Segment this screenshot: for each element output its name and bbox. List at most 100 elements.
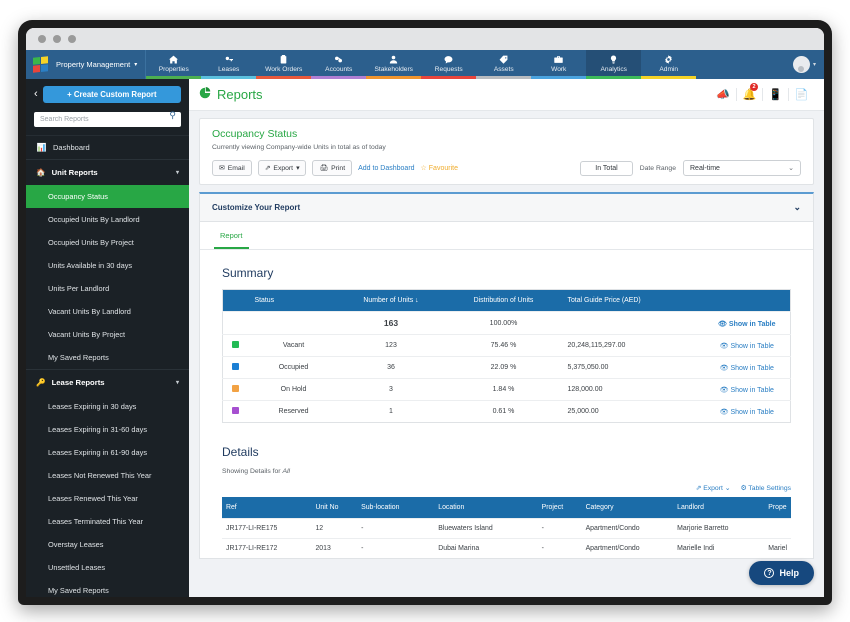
window-dot-maximize[interactable] [68,35,76,43]
nav-item-work[interactable]: Work [531,50,587,79]
customize-report-title: Customize Your Report [212,203,301,212]
show-in-table-link[interactable]: 👁 Show in Table [720,409,774,416]
details-col-project[interactable]: Project [537,497,582,519]
details-cell-project: - [537,538,582,558]
details-col-category[interactable]: Category [581,497,674,519]
status-swatch-cell [222,311,249,335]
nav-item-assets[interactable]: Assets [476,50,532,79]
summary-col-status[interactable]: Status [248,289,339,312]
navbar-items: Properties Leases Work Orders Accounts Stake… [146,50,697,79]
date-range-value: Real-time [690,164,720,172]
sidebar-item-occupied-units-by-landlord[interactable]: Occupied Units By Landlord [26,208,189,231]
summary-distribution: 100.00% [443,311,564,335]
table-row[interactable]: JR177-LI-RE172 2013- Dubai Marina - Apartmen… [222,538,791,558]
brand-selector[interactable]: Property Management ▾ [54,50,147,79]
window-dot-close[interactable] [38,35,46,43]
details-toolbar: ⇗ Export ⌄ ⚙ Table Settings [222,484,791,492]
nav-item-label: Accounts [325,66,353,74]
details-col-location[interactable]: Location [434,497,538,519]
nav-item-analytics[interactable]: Analytics [586,50,642,79]
sidebar-item-leases-expiring-in-61-90-days[interactable]: Leases Expiring in 61-90 days [26,441,189,464]
sidebar-item-my-saved-reports[interactable]: My Saved Reports [26,579,189,597]
nav-item-leases[interactable]: Leases [201,50,257,79]
details-cell-landlord: Marielle Indi [673,538,765,558]
details-heading: Details [222,445,259,459]
show-in-table-label: Show in Table [730,364,774,372]
sidebar-item-dashboard[interactable]: 📊 Dashboard [26,135,189,159]
sidebar-group-unit-reports[interactable]: 🏠 Unit Reports ▾ [26,159,189,185]
sidebar-item-units-available-in-30-days[interactable]: Units Available in 30 days [26,254,189,277]
show-in-table-link[interactable]: 👁 Show in Table [720,343,774,350]
document-icon[interactable]: 📄 [788,88,814,101]
sidebar-item-unsettled-leases[interactable]: Unsettled Leases [26,556,189,579]
sidebar-item-leases-renewed-this-year[interactable]: Leases Renewed This Year [26,487,189,510]
show-in-table-link[interactable]: 👁 Show in Table [718,321,775,328]
help-button-label: Help [779,568,799,578]
create-custom-report-button[interactable]: + Create Custom Report [42,86,181,103]
sidebar-item-occupied-units-by-project[interactable]: Occupied Units By Project [26,231,189,254]
app-logo-icon[interactable] [26,50,54,79]
details-col-ref[interactable]: Ref [222,497,312,519]
details-col-prope[interactable]: Prope [764,497,791,519]
window-dot-minimize[interactable] [53,35,61,43]
details-table-body: JR177-LI-RE175 12- Bluewaters Island - Apart… [222,518,791,558]
sidebar-item-my-saved-reports[interactable]: My Saved Reports [26,346,189,369]
sidebar-item-vacant-units-by-landlord[interactable]: Vacant Units By Landlord [26,300,189,323]
customize-report-panel[interactable]: Customize Your Report ⌄ [199,192,814,222]
summary-col-action [703,289,791,312]
comment-icon [444,55,453,64]
favourite-link[interactable]: ☆ Favourite [421,164,458,172]
sidebar-item-leases-not-renewed-this-year[interactable]: Leases Not Renewed This Year [26,464,189,487]
nav-item-label: Analytics [600,66,627,74]
key-icon: 🔑 [36,378,46,387]
in-total-field[interactable]: In Total [580,160,633,176]
nav-item-accounts[interactable]: Accounts [311,50,367,79]
sidebar-group-lease-reports[interactable]: 🔑 Lease Reports ▾ [26,369,189,395]
bell-icon[interactable]: 🔔 2 [736,83,762,101]
megaphone-icon[interactable]: 📣 [710,88,736,101]
sidebar-item-leases-expiring-in-30-days[interactable]: Leases Expiring in 30 days [26,395,189,418]
sidebar-item-vacant-units-by-project[interactable]: Vacant Units By Project [26,323,189,346]
export-button[interactable]: ⇗ Export ▾ [257,160,307,176]
avatar[interactable] [792,56,810,73]
table-settings-link[interactable]: ⚙ Table Settings [740,484,791,492]
summary-units: 1 [338,400,444,423]
summary-distribution: 0.61 % [443,400,564,423]
details-col-unit-no[interactable]: Unit No [311,497,358,519]
mobile-icon[interactable]: 📱 [762,88,788,101]
nav-item-stakeholders[interactable]: Stakeholders [366,50,422,79]
collapse-sidebar-icon[interactable]: ‹ [34,89,38,100]
details-cell-ref: JR177-LI-RE172 [222,538,312,558]
coins-icon [334,55,343,64]
sidebar-header: ‹ + Create Custom Report [26,79,189,108]
summary-col-units[interactable]: Number of Units ↓ [338,289,444,312]
nav-item-properties[interactable]: Properties [146,50,202,79]
sidebar-item-leases-expiring-in-31-60-days[interactable]: Leases Expiring in 31-60 days [26,418,189,441]
details-export-link[interactable]: ⇗ Export ⌄ [696,484,731,492]
sidebar-item-leases-terminated-this-year[interactable]: Leases Terminated This Year [26,510,189,533]
search-input[interactable] [34,112,181,127]
nav-item-admin[interactable]: Admin [641,50,697,79]
table-row[interactable]: JR177-LI-RE175 12- Bluewaters Island - Apart… [222,518,791,539]
date-range-select[interactable]: Real-time ⌄ [683,160,801,176]
show-in-table-link[interactable]: 👁 Show in Table [720,365,774,372]
sidebar-item-units-per-landlord[interactable]: Units Per Landlord [26,277,189,300]
sidebar-item-overstay-leases[interactable]: Overstay Leases [26,533,189,556]
show-in-table-link[interactable]: 👁 Show in Table [720,387,774,394]
email-button[interactable]: ✉ Email [212,160,252,176]
help-button[interactable]: ? Help [749,561,814,585]
add-to-dashboard-link[interactable]: Add to Dashboard [358,165,414,172]
search-icon[interactable]: ⚲ [169,110,176,121]
print-button[interactable]: 🖨 Print [312,160,353,176]
summary-col-price[interactable]: Total Guide Price (AED) [563,289,704,312]
details-col-landlord[interactable]: Landlord [673,497,765,519]
browser-screen: Property Management ▾ Properties Leases Wo… [26,28,824,597]
details-col-sub-location[interactable]: Sub-location [357,497,435,519]
nav-item-work-orders[interactable]: Work Orders [256,50,312,79]
summary-col-distribution[interactable]: Distribution of Units [443,289,564,312]
tab-report[interactable]: Report [214,222,249,249]
sidebar-item-occupancy-status[interactable]: Occupancy Status [26,185,189,208]
nav-item-requests[interactable]: Requests [421,50,477,79]
summary-units: 3 [338,378,444,401]
chevron-down-icon[interactable]: ▾ [813,61,816,68]
